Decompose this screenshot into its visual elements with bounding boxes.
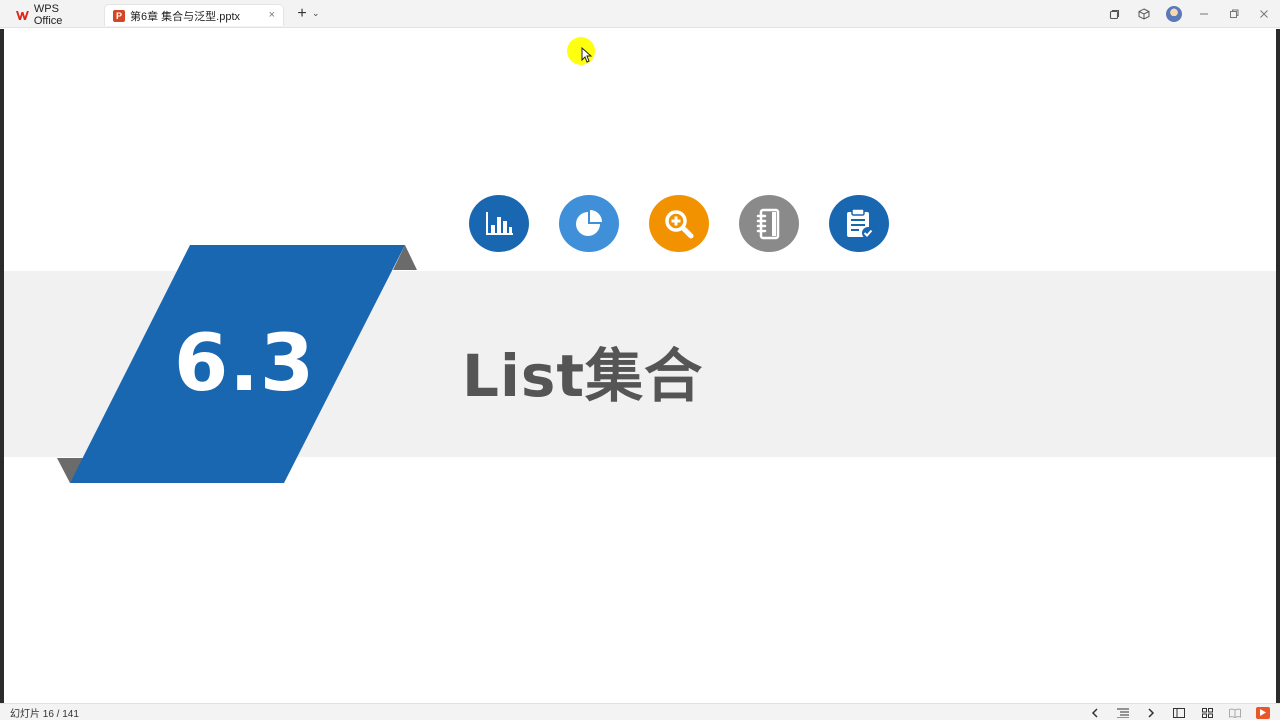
tab-wps-office-label: WPS Office	[33, 3, 63, 27]
tab-document-label: 第6章 集合与泛型.pptx	[130, 10, 241, 23]
slide-counter: 幻灯片 16 / 141	[10, 708, 79, 720]
cube-icon[interactable]	[1136, 6, 1152, 22]
new-tab-icon[interactable]: +	[294, 5, 310, 23]
notebook-icon	[739, 195, 799, 252]
section-title: List集合	[462, 342, 704, 410]
play-slideshow-button[interactable]	[1256, 706, 1270, 720]
user-avatar[interactable]	[1166, 6, 1182, 22]
slide-canvas[interactable]: 6.3 List集合	[4, 29, 1276, 703]
normal-view-icon[interactable]	[1172, 706, 1186, 720]
previous-slide-icon[interactable]	[1088, 706, 1102, 720]
pie-chart-icon	[559, 195, 619, 252]
maximize-icon[interactable]	[1226, 6, 1242, 22]
status-bar: 幻灯片 16 / 141	[0, 703, 1280, 720]
minimize-icon[interactable]	[1196, 6, 1212, 22]
slide-frame-right	[1276, 29, 1280, 703]
window-controls	[1106, 0, 1272, 28]
mouse-pointer-icon	[581, 47, 592, 63]
presentation-file-icon: P	[113, 9, 125, 22]
close-window-icon[interactable]	[1256, 6, 1272, 22]
tab-bar: WPS Office P 第6章 集合与泛型.pptx × + ⌄	[0, 0, 1280, 28]
restore-window-icon[interactable]	[1106, 6, 1122, 22]
reading-view-icon[interactable]	[1228, 706, 1242, 720]
bar-chart-icon	[469, 195, 529, 252]
next-slide-icon[interactable]	[1144, 706, 1158, 720]
wps-logo-icon	[16, 10, 29, 20]
checklist-icon	[829, 195, 889, 252]
close-tab-icon[interactable]: ×	[269, 9, 275, 21]
tab-wps-office[interactable]: WPS Office	[8, 3, 98, 27]
section-number: 6.3	[174, 319, 316, 409]
tab-document[interactable]: P 第6章 集合与泛型.pptx ×	[104, 4, 284, 26]
zoom-in-icon	[649, 195, 709, 252]
chevron-down-icon[interactable]: ⌄	[312, 8, 320, 19]
slide-list-icon[interactable]	[1116, 706, 1130, 720]
grid-view-icon[interactable]	[1200, 706, 1214, 720]
status-bar-controls	[1088, 704, 1270, 721]
